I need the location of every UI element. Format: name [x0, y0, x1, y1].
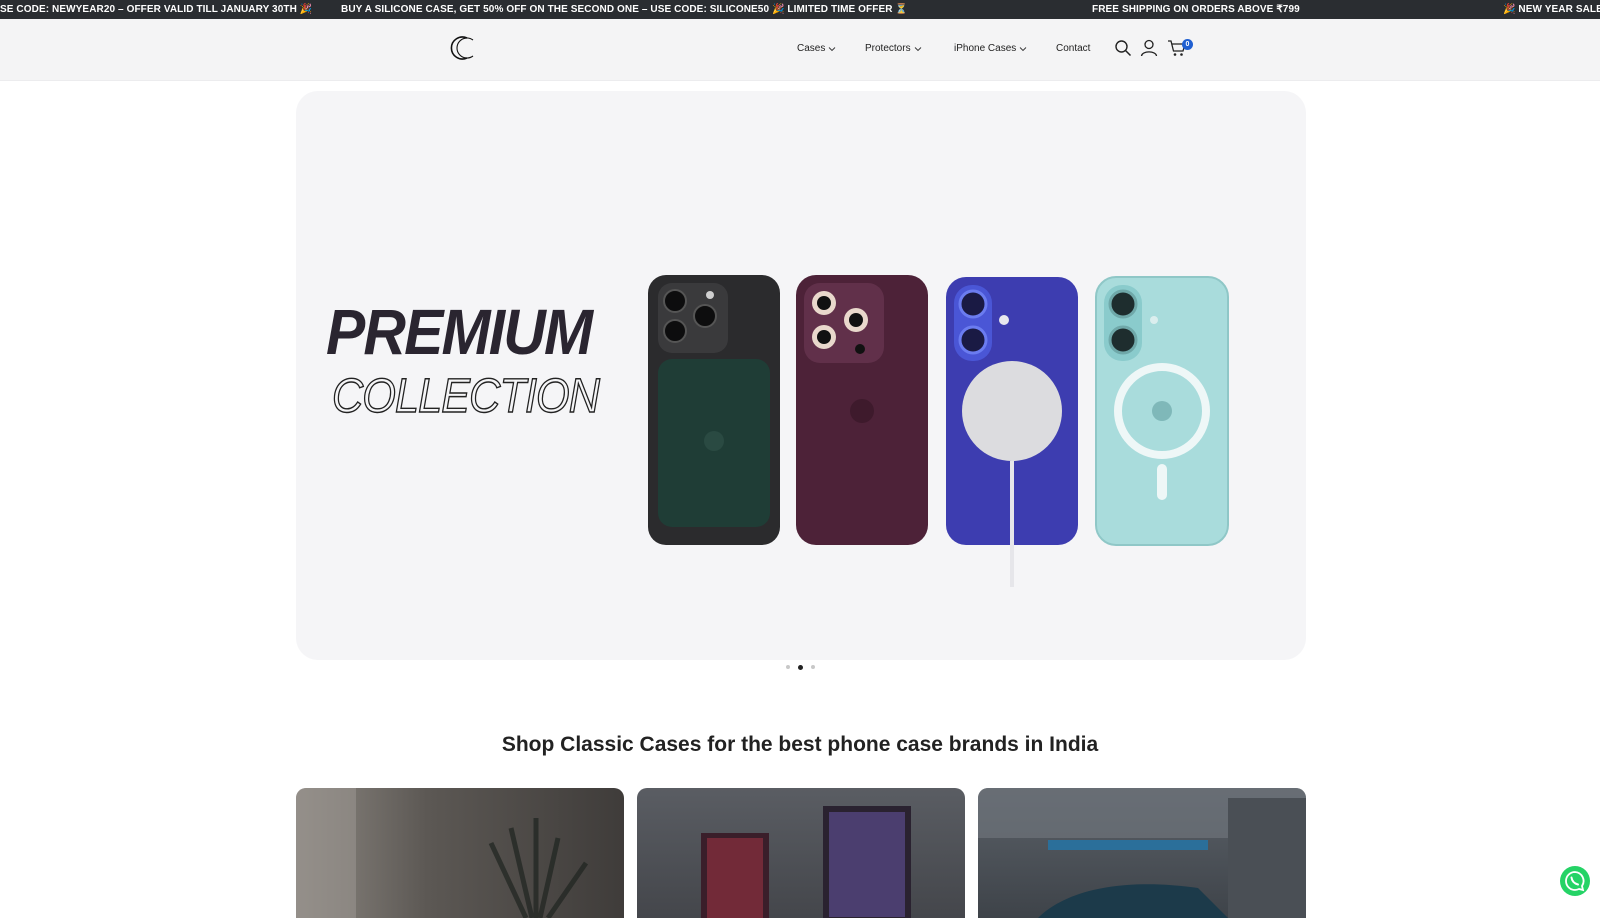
category-card-1[interactable] [296, 788, 624, 918]
announcement-bar: SE CODE: NEWYEAR20 – OFFER VALID TILL JA… [0, 0, 1600, 19]
hero-banner[interactable]: PREMIUM COLLECTION [296, 91, 1306, 660]
carousel-dots [786, 664, 815, 670]
nav-label: Protectors [865, 43, 911, 54]
nav-item-protectors[interactable]: Protectors [865, 43, 922, 54]
chevron-down-icon [914, 46, 921, 51]
hero-phones-image [648, 275, 1229, 587]
nav-label: iPhone Cases [954, 43, 1017, 54]
nav-label: Contact [1056, 43, 1091, 54]
whatsapp-icon [1565, 871, 1585, 892]
carousel-dot-2[interactable] [798, 664, 803, 670]
cart-count-badge: 0 [1182, 39, 1193, 50]
announcement-item: 🎉 NEW YEAR SALE C [1503, 4, 1600, 15]
search-icon[interactable] [1114, 39, 1132, 57]
nav-item-cases[interactable]: Cases [797, 43, 836, 54]
hero-headline: PREMIUM [326, 296, 593, 368]
whatsapp-button[interactable] [1560, 866, 1590, 896]
category-card-image [701, 806, 911, 918]
nav-item-contact[interactable]: Contact [1056, 43, 1090, 54]
announcement-item: BUY A SILICONE CASE, GET 50% OFF ON THE … [341, 4, 908, 15]
chevron-down-icon [829, 46, 836, 51]
section-title: Shop Classic Cases for the best phone ca… [501, 733, 1099, 756]
category-card-image [978, 788, 1306, 918]
logo-icon[interactable] [445, 33, 479, 63]
nav-label: Cases [797, 43, 826, 54]
category-card-image [296, 788, 589, 918]
carousel-dot-3[interactable] [811, 665, 815, 669]
category-card-3[interactable] [978, 788, 1306, 918]
announcement-item: FREE SHIPPING ON ORDERS ABOVE ₹799 [1092, 4, 1300, 15]
category-card-2[interactable] [637, 788, 965, 918]
carousel-dot-1[interactable] [786, 665, 790, 669]
hero-subheadline: COLLECTION [331, 369, 600, 423]
announcement-item: SE CODE: NEWYEAR20 – OFFER VALID TILL JA… [0, 4, 313, 15]
nav-item-iphone-cases[interactable]: iPhone Cases [954, 43, 1027, 54]
chevron-down-icon [1019, 46, 1027, 51]
site-header: Cases Protectors iPhone Cases Contact [0, 19, 1600, 81]
user-icon[interactable] [1140, 39, 1158, 57]
